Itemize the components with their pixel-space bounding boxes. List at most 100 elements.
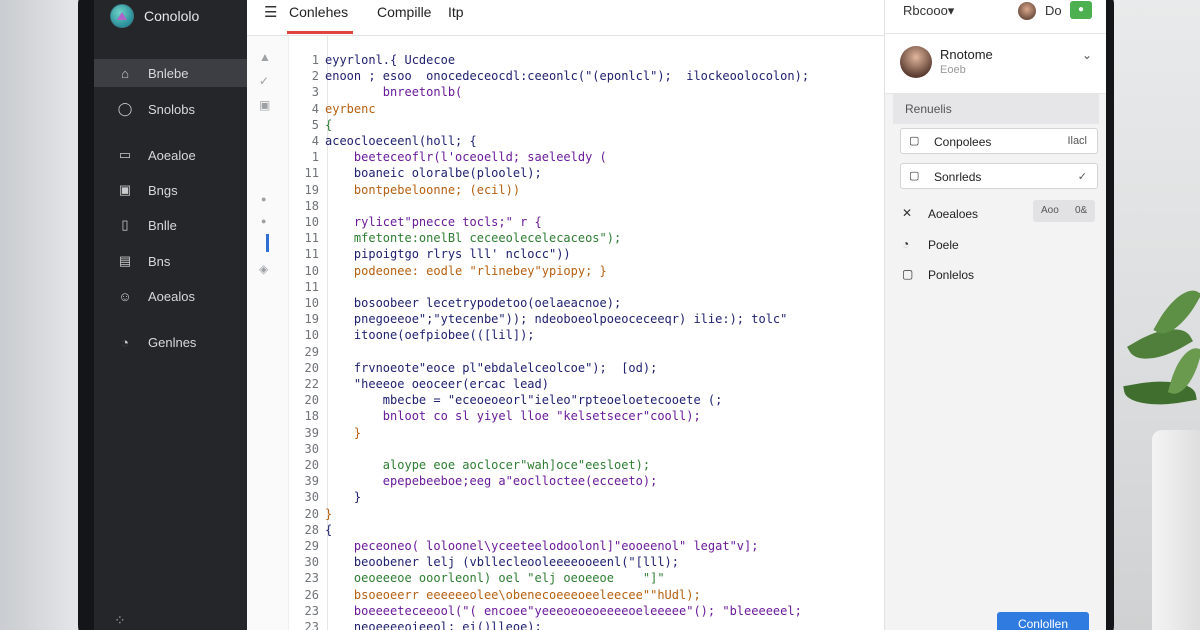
code-text: eyrbenc xyxy=(325,101,376,116)
sidebar-item-2[interactable]: ▭ Aoealoe xyxy=(94,141,247,169)
code-line[interactable]: 10 podeonee: eodle "rlinebey"ypiopy; } xyxy=(289,263,607,279)
code-text: oeoeeeoe ooorleonl) oel "elj oeoeeoe "]" xyxy=(325,571,665,586)
line-number: 2 xyxy=(311,69,319,84)
code-line[interactable]: 30 } xyxy=(289,489,362,505)
code-line[interactable]: 23 neoeeeeoieeol; ei()lleoe); xyxy=(289,619,542,630)
sidebar-item-3[interactable]: ▣ Bngs xyxy=(94,176,247,204)
code-text: pnegoeeoe";"ytecenbe")); ndeoboeolpoeoce… xyxy=(325,312,788,327)
sidebar-item-1[interactable]: ◯ Snolobs xyxy=(94,95,247,123)
toggle-pill[interactable]: Aoo 0& xyxy=(1033,200,1095,222)
code-line[interactable]: 1 beeteceoflr(l'oceoelld; saeleeldy ( xyxy=(289,149,607,165)
sidebar-item-6[interactable]: ☺ Aoealos xyxy=(94,282,247,310)
code-line[interactable]: 11 mfetonte:onelBl ceceeolecelecaceos"); xyxy=(289,230,622,246)
sidebar-item-label: Snolobs xyxy=(148,101,195,117)
code-line[interactable]: 20 aloype eoe aoclocer"wah]oce"eesloet); xyxy=(289,457,651,473)
app-header[interactable]: Conololo xyxy=(110,4,199,28)
line-number: 11 xyxy=(304,166,319,181)
code-line[interactable]: 28 { xyxy=(289,522,333,538)
square-icon: ▢ xyxy=(902,267,914,281)
code-text: mfetonte:onelBl ceceeolecelecaceos"); xyxy=(325,231,622,246)
status-badge[interactable]: ● xyxy=(1070,1,1092,19)
code-text: pipoigtgo rlrys lll' nclocc")) xyxy=(325,247,571,262)
toggle-option[interactable]: Aoo xyxy=(1041,205,1059,216)
code-line[interactable]: 19 pnegoeeoe";"ytecenbe")); ndeoboeolpoe… xyxy=(289,311,788,327)
code-line[interactable]: 3 bnreetonlb( xyxy=(289,84,463,100)
code-line[interactable]: 10 bosoobeer lecetrypodetoo(oelaeacnoe); xyxy=(289,295,622,311)
code-line[interactable]: 2 enoon ; esoo onocedeceocdl:ceeonlc("(ep… xyxy=(289,68,809,84)
user-card[interactable]: Rnotome Eoeb ⌄ xyxy=(885,34,1106,94)
list-item-label: Aoealoes xyxy=(928,207,979,221)
code-line[interactable]: 39 epepebeeboe;eeg a"eoclloctee(ecceeto)… xyxy=(289,473,658,489)
code-line[interactable]: 30 xyxy=(289,441,325,457)
code-line[interactable]: 20} xyxy=(289,506,333,522)
primary-button[interactable]: Conlollen xyxy=(997,612,1089,630)
line-number: 30 xyxy=(304,490,319,505)
code-text: bontpebeloonne; (ecil)) xyxy=(325,182,521,197)
code-line[interactable]: 5{ xyxy=(289,117,332,133)
option-label: Conpolees xyxy=(934,135,992,149)
option-card-1[interactable]: ▢ Sonrleds ✓ xyxy=(900,163,1098,189)
code-line[interactable]: 4 aceocloeceenl(holl; { xyxy=(289,133,477,149)
triangle-icon[interactable]: ▲ xyxy=(259,50,271,64)
code-line[interactable]: 4 eyrbenc xyxy=(289,101,376,117)
list-item-2[interactable]: ▢ Ponlelos xyxy=(900,265,1098,285)
x-icon: ✕ xyxy=(902,206,913,220)
code-line[interactable]: 30 beoobener lelj (vbllecleooleeeeooeenl… xyxy=(289,554,679,570)
code-line[interactable]: 29 xyxy=(289,344,325,360)
tab-conlehes[interactable]: Conlehes xyxy=(289,4,348,20)
loading-icon[interactable]: ⁘ xyxy=(114,612,126,629)
chevron-down-icon[interactable]: ⌄ xyxy=(1082,48,1092,62)
check-icon[interactable]: ✓ xyxy=(259,74,269,88)
line-number: 18 xyxy=(304,198,319,213)
code-line[interactable]: 1 eyyrlonl.{ Ucdecoe xyxy=(289,52,455,68)
sidebar-item-4[interactable]: ▯ Bnlle xyxy=(94,211,247,239)
header-label: Do xyxy=(1045,3,1062,18)
code-line[interactable]: 19 bontpebeloonne; (ecil)) xyxy=(289,182,521,198)
settings-icon: ◔ xyxy=(121,334,129,350)
list-item-1[interactable]: ◔ Poele xyxy=(900,235,1098,255)
code-line[interactable]: 39 } xyxy=(289,425,362,441)
option-label: Sonrleds xyxy=(934,170,982,184)
code-line[interactable]: 18 xyxy=(289,198,325,214)
workspace-dropdown[interactable]: Rbcooo▾ xyxy=(903,3,954,19)
code-line[interactable]: 10 rylicet"pnecce tocls;" r { xyxy=(289,214,542,230)
avatar[interactable] xyxy=(1018,2,1036,20)
option-card-0[interactable]: ▢ Conpolees Ilacl xyxy=(900,128,1098,154)
code-line[interactable]: 11 pipoigtgo rlrys lll' nclocc")) xyxy=(289,246,571,262)
code-text: beoobener lelj (vbllecleooleeeeooeenl("[… xyxy=(325,555,680,570)
app-window: Conololo ⌂ Bnlebe ◯ Snolobs ▭ Aoealoe ▣ … xyxy=(94,0,1106,630)
code-line[interactable]: 23 boeeeeteceeool("( encoee"yeeeoeoeoeee… xyxy=(289,603,802,619)
code-editor[interactable]: 1 eyyrlonl.{ Ucdecoe 2 enoon ; esoo onocede… xyxy=(289,36,884,630)
line-number: 10 xyxy=(304,215,319,229)
sidebar-item-5[interactable]: ▤ Bns xyxy=(94,247,247,275)
clock-icon: ◔ xyxy=(902,237,910,251)
sidebar-item-label: Genlnes xyxy=(148,334,197,350)
code-line[interactable]: 26 bsoeoeerr eeeeeeolee\obenecoeeeoeelee… xyxy=(289,587,701,603)
folder-icon: ▭ xyxy=(118,147,132,162)
line-number: 20 xyxy=(304,506,319,521)
code-line[interactable]: 18 bnloot co sl yiyel lloe "kelsetsecer"… xyxy=(289,408,701,424)
code-line[interactable]: 11 xyxy=(289,279,325,295)
code-line[interactable]: 10 itoone(oefpiobee(([lil]); xyxy=(289,327,535,343)
code-line[interactable]: 29 peceoneo( loloonel\yceeteelodoolonl]"… xyxy=(289,538,759,554)
code-line[interactable]: 20 frvnoeote"eoce pl"ebdalelceolcoe"); [… xyxy=(289,360,658,376)
sidebar-item-0[interactable]: ⌂ Bnlebe xyxy=(94,59,247,87)
active-tab-indicator xyxy=(287,31,353,34)
code-line[interactable]: 20 mbecbe = "eceoeoeorl"ieleo"rpteoeloet… xyxy=(289,392,723,408)
sidebar-item-label: Bns xyxy=(148,253,171,269)
sidebar-item-label: Bnlle xyxy=(148,217,177,233)
toggle-option[interactable]: 0& xyxy=(1075,205,1087,216)
tag-icon[interactable]: ◈ xyxy=(259,262,268,276)
menu-icon[interactable]: ☰ xyxy=(264,3,277,21)
sidebar-item-7[interactable]: ◔ Genlnes xyxy=(94,328,247,356)
tab-compille[interactable]: Compille xyxy=(377,4,431,20)
editor-tab-bar: ☰ Conlehes Compille Itp xyxy=(247,0,884,36)
line-number: 1 xyxy=(311,53,319,67)
code-line[interactable]: 22 "heeeoe oeoceer(ercac lead) xyxy=(289,376,549,392)
page-icon[interactable]: ▣ xyxy=(259,98,270,112)
code-line[interactable]: 23 oeoeeeoe ooorleonl) oel "elj oeoeeoe … xyxy=(289,570,665,586)
tab-itp[interactable]: Itp xyxy=(448,4,464,20)
code-line[interactable]: 11 boaneic oloralbe(ploolel); xyxy=(289,165,542,181)
code-text: bnreetonlb( xyxy=(325,85,463,100)
user-avatar xyxy=(900,46,932,78)
